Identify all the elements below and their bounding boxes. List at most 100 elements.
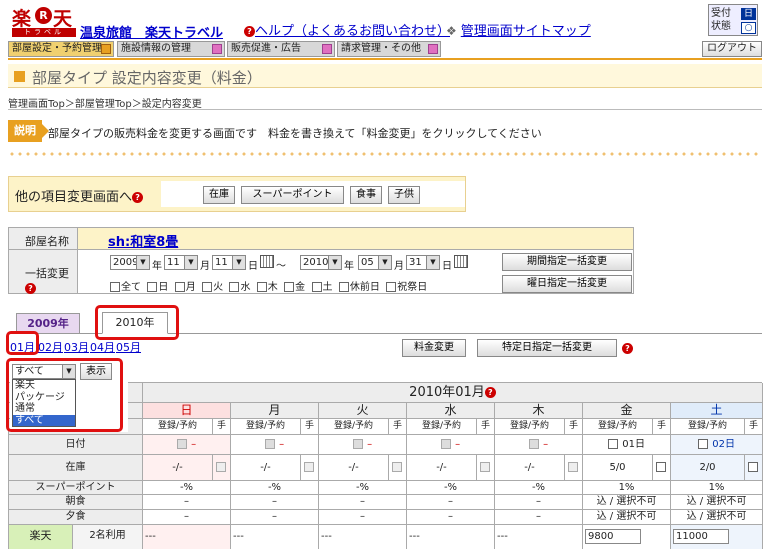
price-input[interactable]: 9800	[585, 529, 641, 544]
check-label: 全て	[121, 282, 141, 293]
point-cell-sat: 1%	[671, 481, 763, 495]
help-icon[interactable]: ?	[25, 282, 36, 294]
close-out-checkbox-icon[interactable]	[304, 462, 314, 472]
month-unit: 月	[200, 261, 210, 272]
close-out-checkbox-icon[interactable]	[392, 462, 402, 472]
disabled-checkbox-icon	[176, 439, 187, 449]
hand-cell-thu	[565, 455, 583, 481]
date-dash: –	[543, 439, 549, 450]
special-date-bulk-button[interactable]: 特定日指定一括変更	[477, 339, 617, 357]
nav-tab-label: 請求管理・その他	[341, 43, 421, 54]
to-month-select[interactable]: 05 ▼	[358, 255, 392, 270]
price-empty: ---	[497, 531, 508, 542]
check-wed[interactable]: 水	[229, 282, 250, 293]
meal-button[interactable]: 食事	[350, 186, 382, 204]
checkbox-icon	[174, 282, 185, 292]
site-title-link[interactable]: 温泉旅館 楽天トラベル	[80, 22, 223, 41]
reg-header-wed: 登録/予約	[407, 419, 477, 435]
header: 楽 R 天 トラベル 温泉旅館 楽天トラベル ? ヘルプ（よくあるお問い合わせ） …	[0, 0, 770, 41]
month-link-02[interactable]: 02月	[38, 339, 63, 355]
logout-button[interactable]: ログアウト	[702, 41, 762, 57]
month-link-03[interactable]: 03月	[64, 339, 89, 355]
status-label: 受付状態	[711, 8, 731, 32]
reg-header-tue: 登録/予約	[319, 419, 389, 435]
dropdown-arrow-icon: ▼	[136, 256, 149, 269]
calendar-icon[interactable]	[454, 255, 468, 268]
super-point-button[interactable]: スーパーポイント	[241, 186, 344, 204]
check-mon[interactable]: 月	[174, 282, 196, 293]
sitemap-link-label: 管理画面サイトマップ	[460, 24, 591, 39]
range-tilde: 〜	[276, 261, 286, 272]
from-day-select[interactable]: 11 ▼	[212, 255, 246, 270]
help-icon[interactable]: ?	[484, 387, 496, 398]
day-header-wed: 水	[407, 403, 495, 419]
from-day-value: 11	[215, 257, 228, 268]
help-icon[interactable]: ?	[132, 192, 144, 203]
dinner-cell-mon: –	[231, 510, 319, 525]
nav-tab-room-settings[interactable]: 部屋設定・予約管理	[8, 41, 114, 57]
close-out-checkbox-icon[interactable]	[568, 462, 578, 472]
breakfast-cell-mon: –	[231, 495, 319, 510]
stock-row-label: 在庫	[9, 455, 143, 481]
price-cell-fri: 9800	[583, 525, 671, 549]
stock-cell-thu: -/-	[495, 455, 565, 481]
highlight-year-tab	[95, 305, 179, 340]
check-sun[interactable]: 日	[147, 282, 168, 293]
check-thu[interactable]: 木	[256, 282, 278, 293]
day-unit: 日	[248, 261, 258, 272]
check-all[interactable]: 全て	[110, 282, 141, 293]
close-out-checkbox-icon[interactable]	[656, 462, 666, 472]
plan-name[interactable]: 楽天	[9, 525, 73, 549]
breadcrumb[interactable]: 管理画面Top＞部屋管理Top＞設定内容変更	[8, 95, 202, 110]
room-name-link[interactable]: sh:和室8畳	[108, 231, 178, 250]
check-fri[interactable]: 金	[284, 282, 305, 293]
period-bulk-button[interactable]: 期間指定一括変更	[502, 253, 632, 271]
date-checkbox-icon[interactable]	[698, 439, 709, 449]
calendar-icon[interactable]	[260, 255, 274, 268]
check-holiday[interactable]: 祝祭日	[386, 282, 427, 293]
close-out-checkbox-icon[interactable]	[748, 462, 758, 472]
check-label: 日	[158, 282, 169, 293]
price-input[interactable]: 11000	[673, 529, 729, 544]
date-checkbox-icon[interactable]	[608, 439, 619, 449]
reg-header-sat: 登録/予約	[671, 419, 745, 435]
help-link[interactable]: ? ヘルプ（よくあるお問い合わせ）	[244, 20, 450, 39]
checkbox-icon	[110, 282, 120, 292]
stock-button[interactable]: 在庫	[203, 186, 235, 204]
from-month-select[interactable]: 11 ▼	[164, 255, 198, 270]
bulk-label: 一括変更 ?	[25, 265, 77, 294]
from-year-select[interactable]: 2009 ▼	[110, 255, 150, 270]
bulk-controls-cell: 2009 ▼ 年 11 ▼ 月 11 ▼ 日 〜 2010 ▼ 年 05 ▼ 月 31 ▼ …	[77, 249, 634, 294]
check-sat[interactable]: 土	[311, 282, 333, 293]
nav-tab-promotion[interactable]: 販売促進・広告	[227, 41, 335, 57]
close-out-checkbox-icon[interactable]	[480, 462, 490, 472]
explain-badge: 説明	[8, 120, 49, 142]
page-title: 部屋タイプ 設定内容変更（料金）	[32, 69, 262, 87]
month-link-04[interactable]: 04月	[90, 339, 115, 355]
dinner-row-label: 夕食	[9, 510, 143, 525]
check-tue[interactable]: 火	[202, 282, 223, 293]
child-button[interactable]: 子供	[388, 186, 420, 204]
nav-tab-billing[interactable]: 請求管理・その他	[337, 41, 441, 57]
breakfast-cell-sat: 込 / 選択不可	[671, 495, 763, 510]
to-day-value: 31	[409, 257, 422, 268]
check-label: 金	[295, 282, 306, 293]
hand-cell-sat	[745, 455, 763, 481]
month-link-05[interactable]: 05月	[116, 339, 141, 355]
to-year-select[interactable]: 2010 ▼	[300, 255, 342, 270]
close-out-checkbox-icon[interactable]	[216, 462, 226, 472]
dropdown-arrow-icon: ▼	[426, 256, 439, 269]
to-day-select[interactable]: 31 ▼	[406, 255, 440, 270]
weekday-bulk-button[interactable]: 曜日指定一括変更	[502, 275, 632, 293]
check-holiday-eve[interactable]: 休前日	[338, 282, 380, 293]
price-cell-tue: ---	[319, 525, 407, 549]
to-month-value: 05	[361, 257, 374, 268]
help-icon[interactable]: ?	[622, 343, 633, 354]
nav-tab-facility[interactable]: 施設情報の管理	[117, 41, 225, 57]
sitemap-link[interactable]: ❖ 管理画面サイトマップ	[446, 20, 591, 39]
price-change-button[interactable]: 料金変更	[402, 339, 466, 357]
date-cell-wed: –	[407, 435, 495, 455]
rakuten-travel-logo[interactable]: 楽 R 天 トラベル	[12, 4, 76, 38]
day-header-sat: 土	[671, 403, 763, 419]
help-link-label: ヘルプ（よくあるお問い合わせ）	[255, 24, 451, 39]
